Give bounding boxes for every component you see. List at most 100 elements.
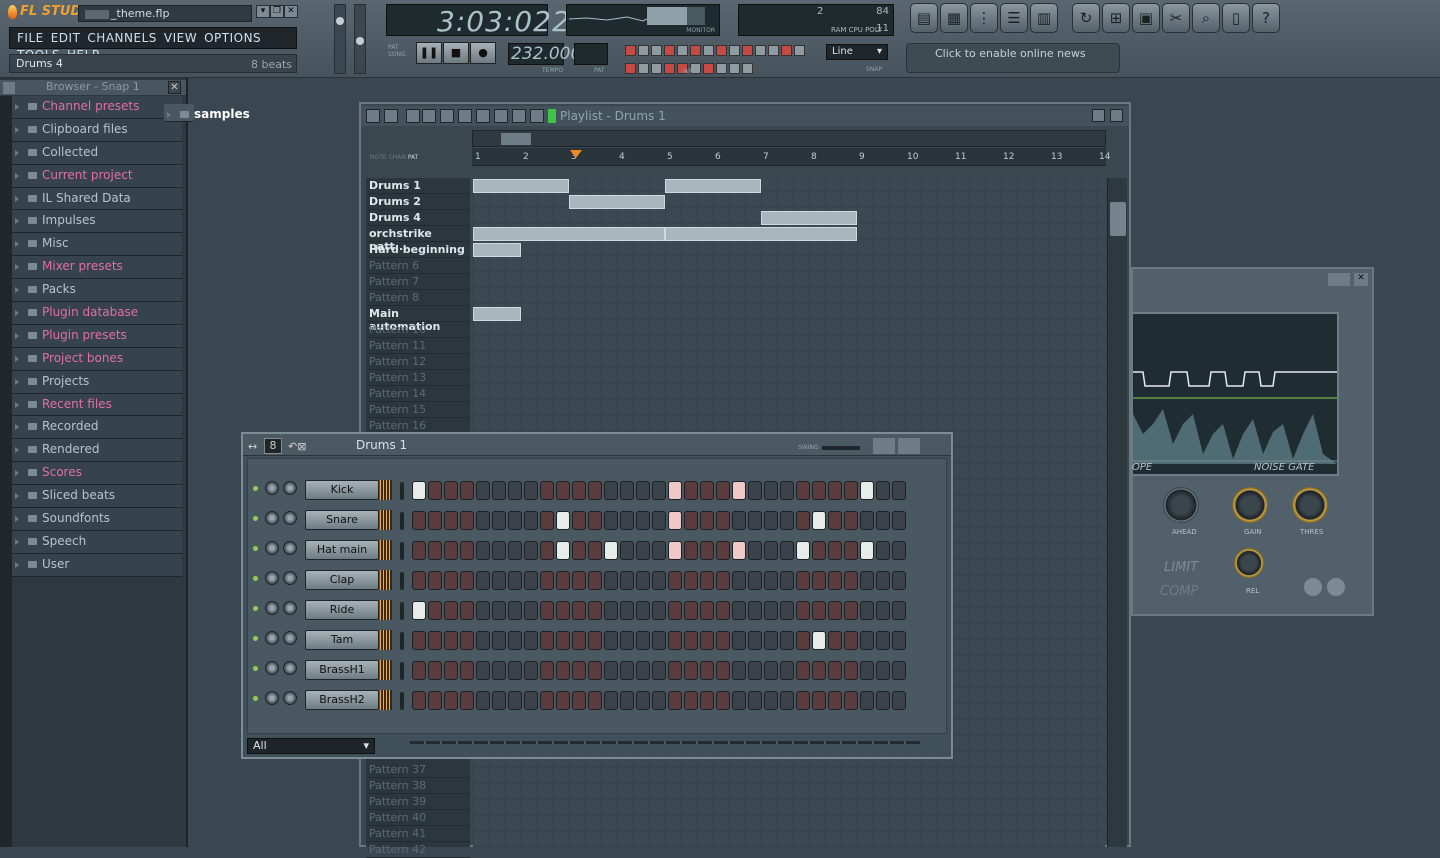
option-icon-5[interactable]	[677, 45, 688, 56]
step-button[interactable]	[476, 571, 490, 590]
pan-knob[interactable]	[265, 661, 279, 675]
step-button[interactable]	[604, 481, 618, 500]
slip-icon[interactable]	[476, 109, 490, 123]
step-button[interactable]	[860, 601, 874, 620]
step-button[interactable]	[524, 511, 538, 530]
expand-icon[interactable]	[167, 112, 171, 118]
step-button[interactable]	[764, 481, 778, 500]
rack-pattern-title[interactable]: Drums 1	[356, 438, 407, 452]
step-button[interactable]	[476, 481, 490, 500]
step-button[interactable]	[444, 511, 458, 530]
expand-icon[interactable]	[15, 538, 19, 545]
ruler-note[interactable]: NOTE	[370, 154, 387, 161]
pan-knob[interactable]	[265, 691, 279, 705]
playlist-track-name[interactable]: Pattern 38	[366, 778, 470, 794]
master-volume-slider[interactable]	[334, 4, 346, 74]
ahead-knob[interactable]	[1163, 487, 1199, 523]
browser-item-user[interactable]: User	[12, 553, 182, 577]
step-button[interactable]	[428, 631, 442, 650]
step-button[interactable]	[556, 631, 570, 650]
step-button[interactable]	[796, 691, 810, 710]
expand-icon[interactable]	[15, 310, 19, 317]
step-button[interactable]	[732, 691, 746, 710]
step-button[interactable]	[684, 631, 698, 650]
step-button[interactable]	[508, 481, 522, 500]
step-button[interactable]	[796, 511, 810, 530]
ruler-chan[interactable]: CHAN	[389, 154, 406, 161]
expand-icon[interactable]	[15, 332, 19, 339]
playlist-track-name[interactable]: Drums 4	[366, 210, 470, 226]
playlist-track-name[interactable]: Pattern 10	[366, 322, 470, 338]
step-button[interactable]	[636, 601, 650, 620]
step-button[interactable]	[668, 481, 682, 500]
step-button[interactable]	[428, 481, 442, 500]
step-button[interactable]	[812, 661, 826, 680]
time-display[interactable]: 3:03:022	[386, 4, 570, 38]
expand-icon[interactable]	[15, 218, 19, 225]
expand-icon[interactable]	[15, 470, 19, 477]
step-button[interactable]	[876, 631, 890, 650]
step-button[interactable]	[492, 631, 506, 650]
step-button[interactable]	[508, 691, 522, 710]
pattern-clip[interactable]	[665, 227, 857, 241]
step-button[interactable]	[812, 601, 826, 620]
browser-item-soundfonts[interactable]: Soundfonts	[12, 508, 182, 531]
playlist-hscroll[interactable]	[472, 130, 1106, 147]
playlist-track-name[interactable]: Pattern 37	[366, 762, 470, 778]
step-button[interactable]	[748, 601, 762, 620]
step-button[interactable]	[492, 571, 506, 590]
delete-icon[interactable]	[440, 109, 454, 123]
step-button[interactable]	[620, 511, 634, 530]
piano-roll-icon[interactable]: ⋮	[970, 3, 998, 33]
step-button[interactable]	[732, 631, 746, 650]
step-button[interactable]	[428, 661, 442, 680]
step-button[interactable]	[604, 631, 618, 650]
volume-knob[interactable]	[283, 631, 297, 645]
step-button[interactable]	[556, 481, 570, 500]
step-button[interactable]	[460, 601, 474, 620]
rack-scroll[interactable]	[410, 741, 920, 744]
step-button[interactable]	[844, 631, 858, 650]
step-button[interactable]	[652, 511, 666, 530]
playlist-track-name[interactable]: Pattern 15	[366, 402, 470, 418]
step-button[interactable]	[492, 601, 506, 620]
channel-filter-select[interactable]: All ▾	[247, 738, 375, 754]
search-icon[interactable]: ⌕	[1192, 3, 1220, 33]
channel-mute-led[interactable]	[253, 636, 258, 641]
step-button[interactable]	[892, 511, 906, 530]
step-button[interactable]	[860, 571, 874, 590]
step-button[interactable]	[620, 661, 634, 680]
step-button[interactable]	[860, 511, 874, 530]
browser-close-icon[interactable]: ✕	[168, 81, 181, 94]
step-button[interactable]	[460, 481, 474, 500]
step-button[interactable]	[700, 601, 714, 620]
step-button[interactable]	[780, 571, 794, 590]
browser-item-il-shared-data[interactable]: IL Shared Data	[12, 187, 182, 211]
browser-item-channel-presets[interactable]: Channel presets	[12, 96, 182, 119]
step-button[interactable]	[588, 511, 602, 530]
step-button[interactable]	[556, 541, 570, 560]
step-button[interactable]	[444, 661, 458, 680]
pan-knob[interactable]	[265, 511, 279, 525]
step-button[interactable]	[540, 691, 554, 710]
step-button[interactable]	[524, 541, 538, 560]
step-button[interactable]	[668, 631, 682, 650]
step-button[interactable]	[860, 631, 874, 650]
playlist-track-name[interactable]: orchstrike patt...	[366, 226, 470, 253]
step-button[interactable]	[460, 511, 474, 530]
option-icon-12[interactable]	[768, 45, 779, 56]
expand-icon[interactable]	[15, 401, 19, 408]
step-button[interactable]	[764, 661, 778, 680]
pan-knob[interactable]	[265, 601, 279, 615]
step-button[interactable]	[668, 601, 682, 620]
playlist-vscroll[interactable]	[1107, 178, 1127, 847]
step-button[interactable]	[572, 601, 586, 620]
limit-label[interactable]: LIMIT	[1164, 560, 1198, 575]
step-count-icon[interactable]: 8	[264, 438, 282, 454]
step-button[interactable]	[540, 601, 554, 620]
plugin-close-icon[interactable]: ✕	[1354, 273, 1368, 286]
expand-icon[interactable]	[15, 104, 19, 110]
step-button[interactable]	[716, 481, 730, 500]
step-button[interactable]	[684, 691, 698, 710]
step-button[interactable]	[572, 661, 586, 680]
